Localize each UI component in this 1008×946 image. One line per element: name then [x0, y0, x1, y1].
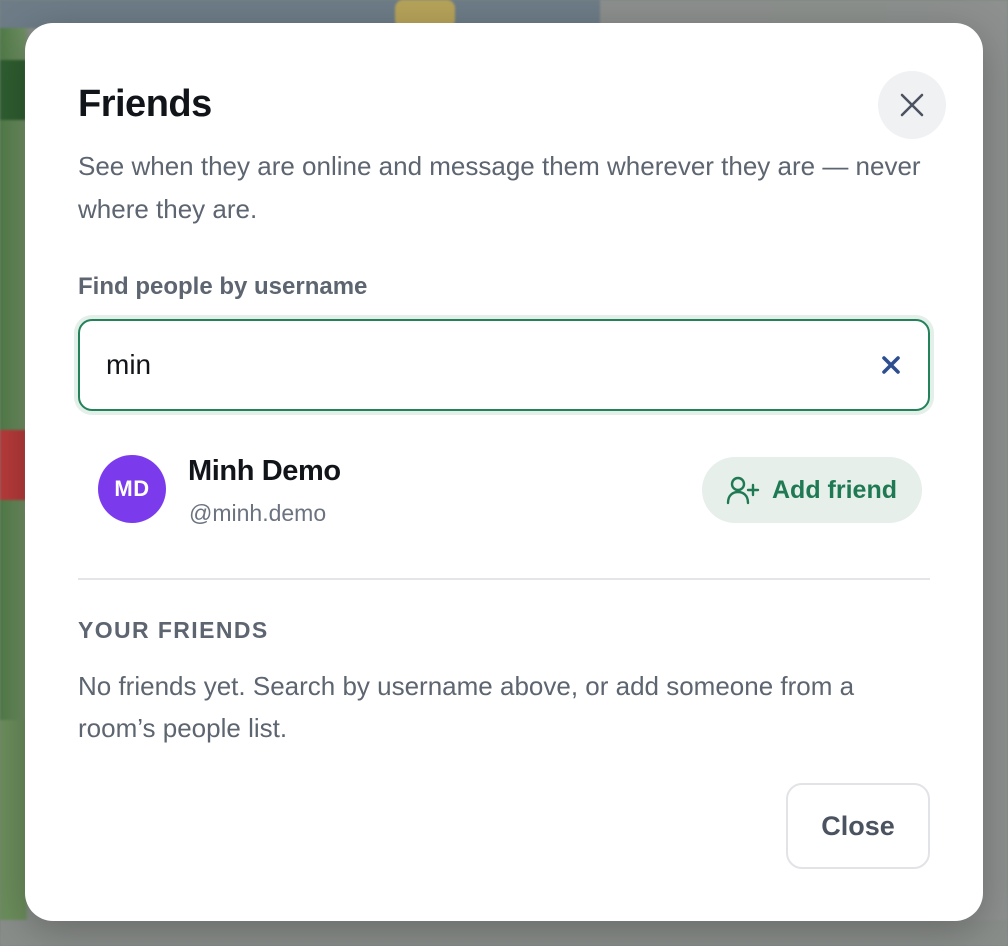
- user-plus-icon: [726, 476, 760, 505]
- dialog-title: Friends: [78, 83, 212, 125]
- friends-dialog: Friends See when they are online and mes…: [25, 23, 983, 921]
- friends-section-title: YOUR FRIENDS: [78, 617, 269, 643]
- friends-empty-state: No friends yet. Search by username above…: [78, 671, 855, 743]
- divider: [78, 578, 930, 580]
- username-search-input[interactable]: [106, 321, 846, 409]
- search-result-item: MD Minh Demo @minh.demo Add friend: [98, 453, 923, 526]
- clear-search-button[interactable]: [876, 350, 906, 380]
- close-button[interactable]: Close: [786, 783, 930, 869]
- clear-icon: [882, 356, 900, 374]
- backdrop-shape: [0, 60, 26, 120]
- add-friend-label: Add friend: [772, 475, 897, 504]
- result-handle: @minh.demo: [189, 500, 327, 526]
- dialog-subtitle: See when they are online and message the…: [78, 151, 921, 224]
- avatar: MD: [98, 455, 166, 523]
- search-label: Find people by username: [78, 273, 368, 300]
- backdrop-shape: [0, 720, 26, 946]
- add-friend-button[interactable]: Add friend: [702, 457, 922, 523]
- backdrop-shape: [0, 920, 1008, 946]
- backdrop-shape: [0, 430, 26, 500]
- dialog-close-button[interactable]: [878, 71, 946, 139]
- result-name: Minh Demo: [188, 455, 341, 487]
- search-field: [78, 319, 930, 411]
- close-icon: [900, 93, 924, 117]
